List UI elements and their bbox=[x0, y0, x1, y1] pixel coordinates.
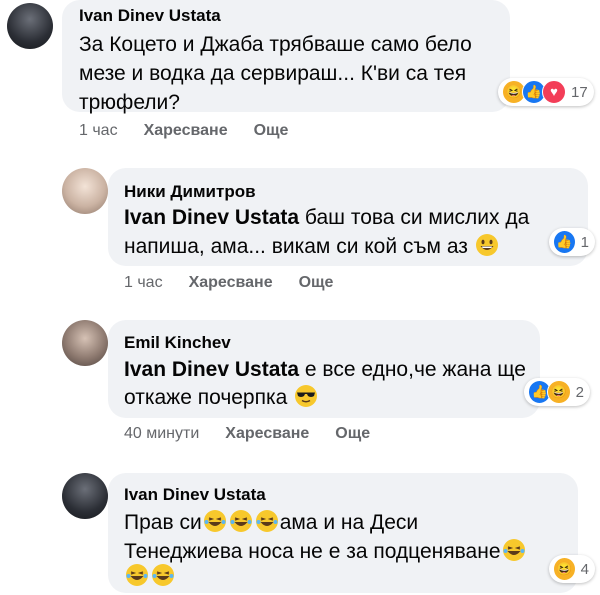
comment-author[interactable]: Ivan Dinev Ustata bbox=[79, 6, 221, 26]
reaction-summary[interactable]: 👍 1 bbox=[549, 228, 595, 256]
mention-link[interactable]: Ivan Dinev Ustata bbox=[124, 358, 299, 381]
love-reaction-icon: ♥ bbox=[542, 80, 566, 104]
haha-reaction-icon: 😆 bbox=[553, 557, 576, 581]
avatar[interactable] bbox=[62, 320, 108, 366]
mention-link[interactable]: Ivan Dinev Ustata bbox=[124, 206, 299, 229]
like-button[interactable]: Харесване bbox=[225, 425, 309, 442]
laughing-emoji-icon bbox=[203, 509, 227, 533]
haha-reaction-icon: 😆 bbox=[547, 380, 571, 404]
like-reaction-icon: 👍 bbox=[553, 230, 576, 254]
reaction-count: 1 bbox=[580, 233, 589, 251]
comment-text-line: трюфели? bbox=[79, 91, 180, 114]
grinning-emoji-icon bbox=[475, 233, 499, 257]
laughing-emoji-icon bbox=[502, 538, 526, 562]
reaction-count: 17 bbox=[571, 83, 588, 101]
avatar[interactable] bbox=[7, 3, 53, 49]
comment-time[interactable]: 40 минути bbox=[124, 425, 199, 442]
more-button[interactable]: Още bbox=[299, 274, 334, 291]
comment-text-line: Ivan Dinev Ustata баш това си мислих да bbox=[124, 206, 530, 229]
comment-time[interactable]: 1 час bbox=[124, 274, 163, 291]
comment-text-line: Прав си ама и на Деси bbox=[124, 509, 419, 534]
more-button[interactable]: Още bbox=[335, 425, 370, 442]
comment-author[interactable]: Ники Димитров bbox=[124, 182, 256, 202]
comment-text-line: За Коцето и Джаба трябваше само бело bbox=[79, 33, 472, 56]
reaction-count: 4 bbox=[580, 560, 589, 578]
laughing-emoji-icon bbox=[255, 509, 279, 533]
comment-text-line: Ivan Dinev Ustata е все едно,че жана ще bbox=[124, 358, 526, 381]
reaction-summary[interactable]: 👍 😆 2 bbox=[524, 378, 590, 406]
comment-author[interactable]: Emil Kinchev bbox=[124, 333, 231, 353]
avatar[interactable] bbox=[62, 473, 108, 519]
avatar[interactable] bbox=[62, 168, 108, 214]
comment-text-line bbox=[124, 562, 176, 591]
comment-meta: 1 час Харесване Още bbox=[79, 122, 314, 140]
reaction-summary[interactable]: 😆 4 bbox=[549, 555, 595, 583]
like-button[interactable]: Харесване bbox=[144, 122, 228, 139]
more-button[interactable]: Още bbox=[254, 122, 289, 139]
like-button[interactable]: Харесване bbox=[189, 274, 273, 291]
comment-text-line: откаже почерпка bbox=[124, 383, 319, 412]
comment-text-line: напиша, ама... викам си кой съм аз bbox=[124, 232, 500, 261]
laughing-emoji-icon bbox=[125, 563, 149, 587]
reaction-count: 2 bbox=[575, 383, 584, 401]
laughing-emoji-icon bbox=[151, 563, 175, 587]
sunglasses-emoji-icon bbox=[294, 384, 318, 408]
comment-meta: 40 минути Харесване Още bbox=[124, 425, 396, 443]
comment-text-line: мезе и водка да сервираш... К'ви са тея bbox=[79, 62, 467, 85]
comment-author[interactable]: Ivan Dinev Ustata bbox=[124, 485, 266, 505]
comment-meta: 1 час Харесване Още bbox=[124, 274, 359, 292]
laughing-emoji-icon bbox=[229, 509, 253, 533]
comment-time[interactable]: 1 час bbox=[79, 122, 118, 139]
reaction-summary[interactable]: 😆 👍 ♥ 17 bbox=[498, 78, 594, 106]
comment-text-line: Тенеджиева носа не е за подценяване bbox=[124, 537, 527, 566]
